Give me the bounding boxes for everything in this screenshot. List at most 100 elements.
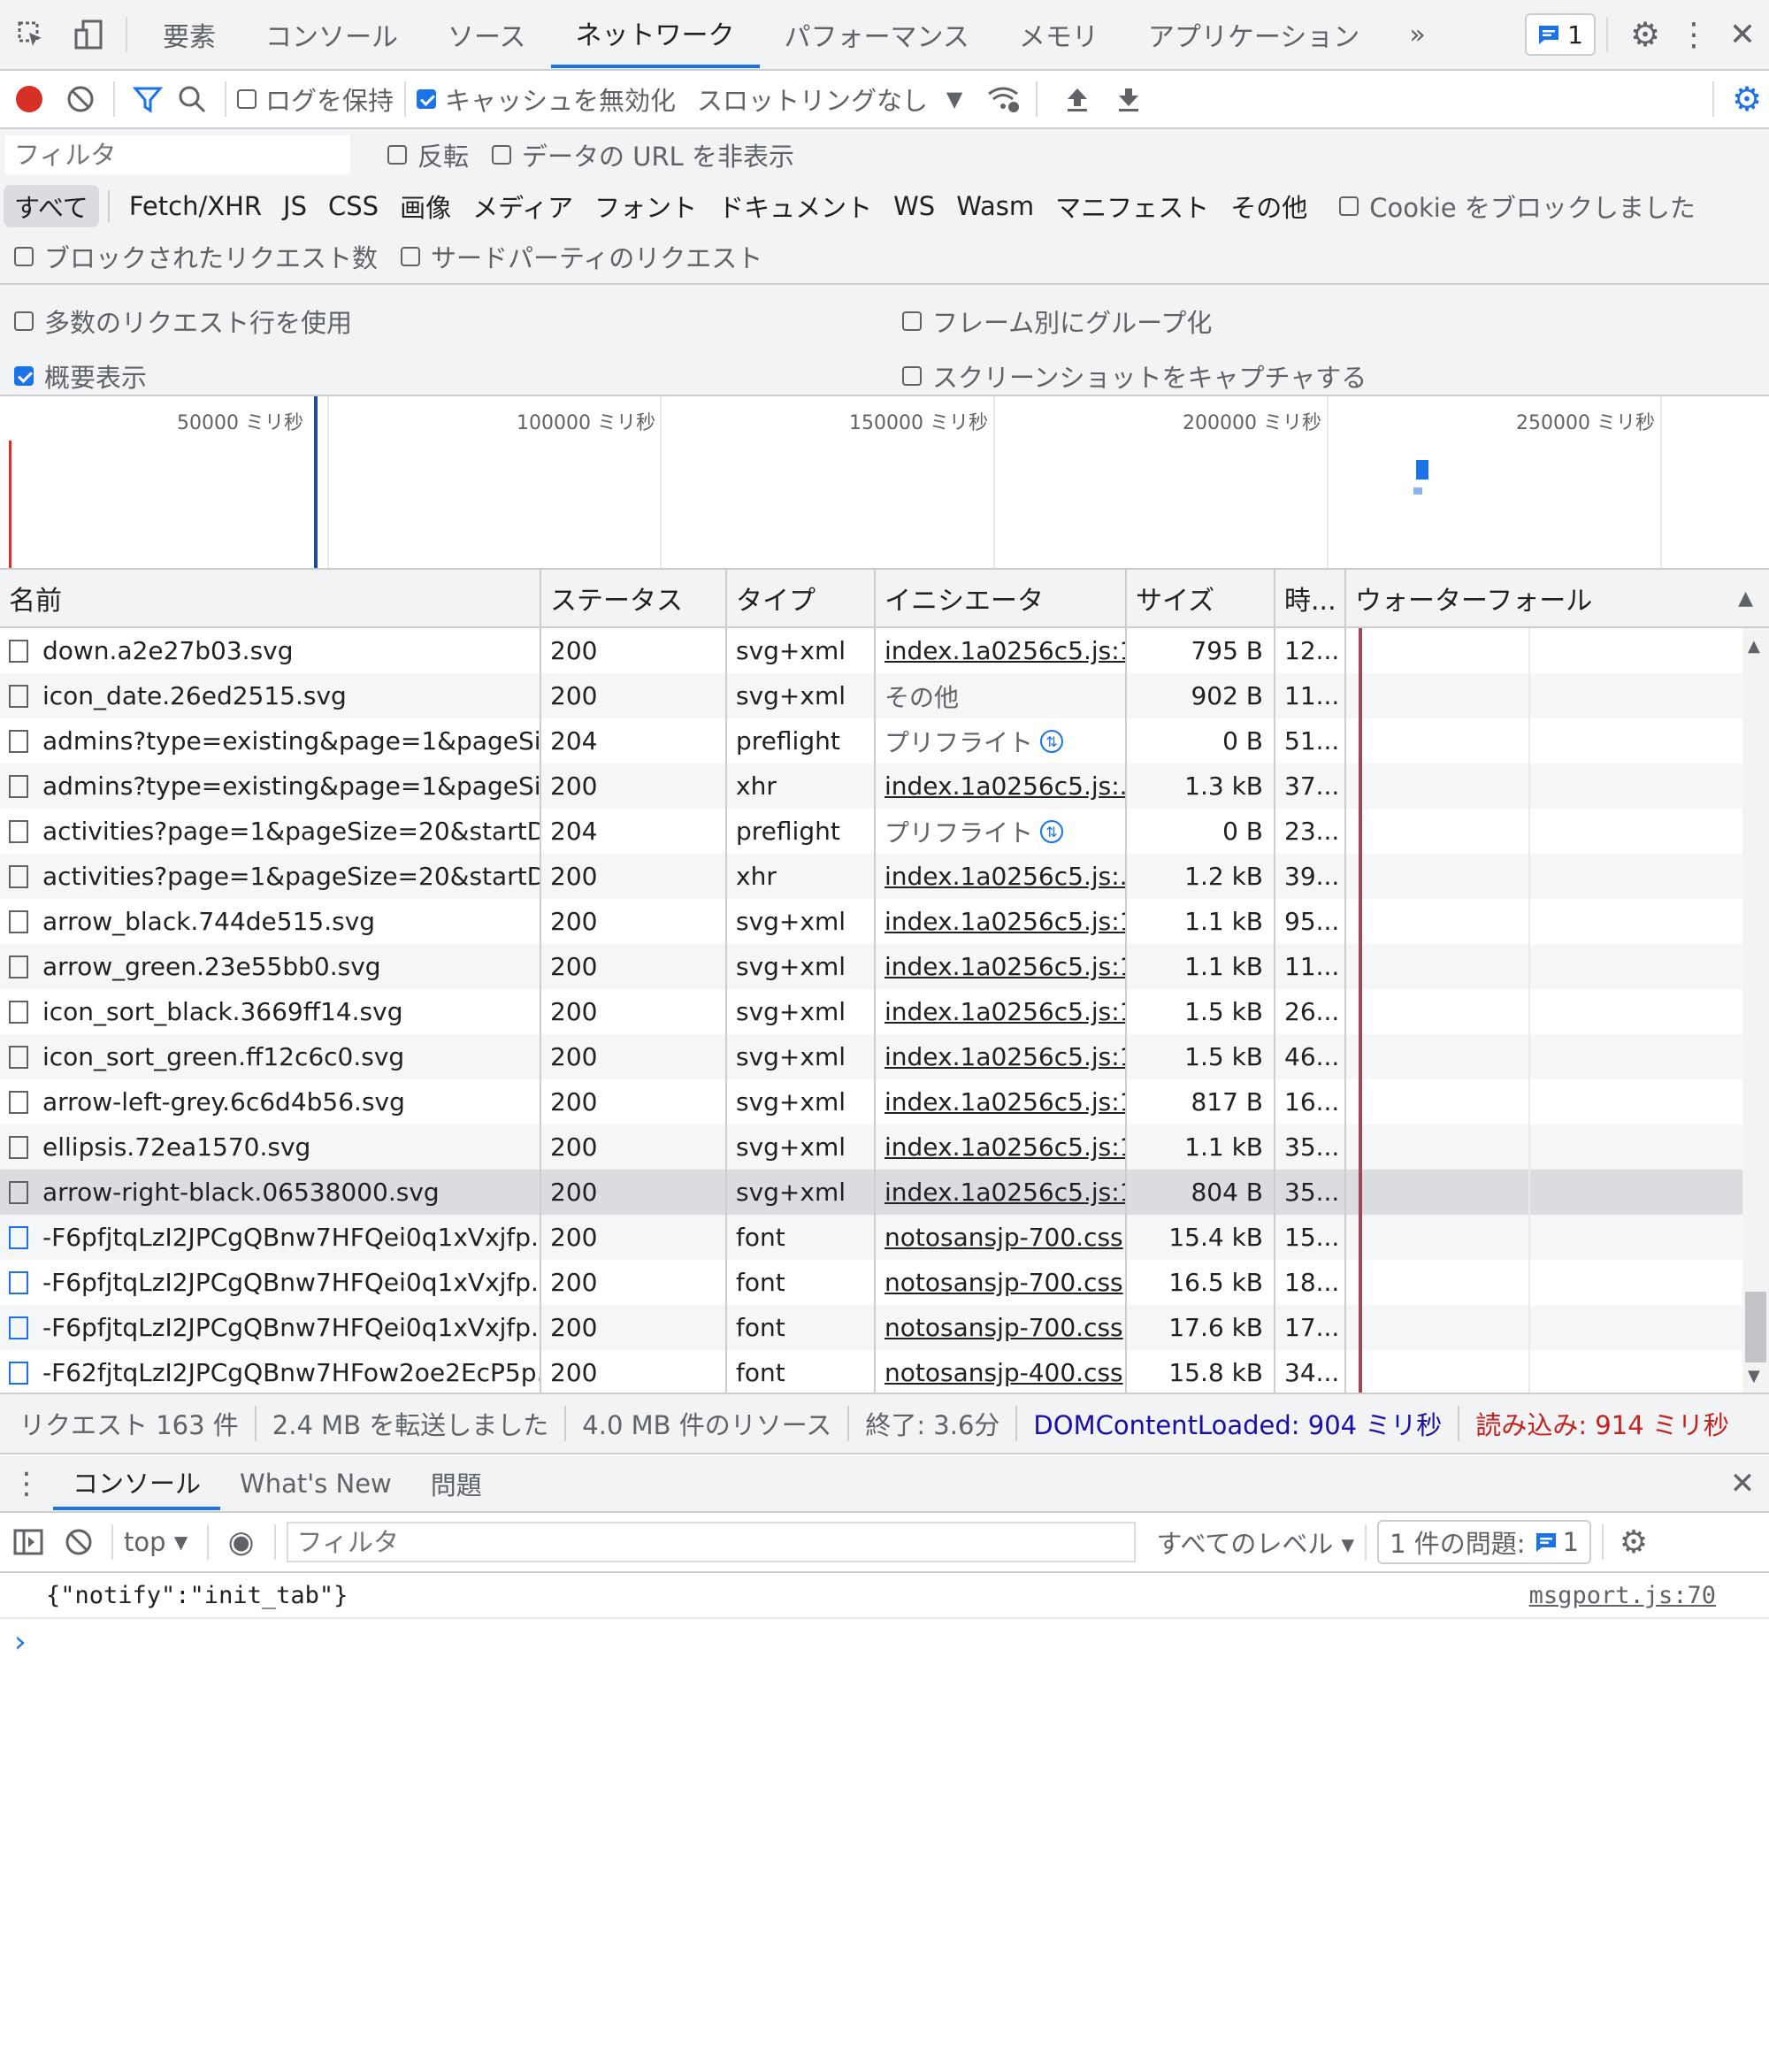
table-row[interactable]: -F6pfjtqLzI2JPCgQBnw7HFQei0q1xVxjfp... 20… bbox=[0, 1260, 1769, 1305]
table-row[interactable]: icon_date.26ed2515.svg 200 svg+xml その他 902 B… bbox=[0, 673, 1769, 718]
initiator-link[interactable]: notosansjp-700.css bbox=[884, 1313, 1123, 1342]
sidebar-toggle-icon[interactable] bbox=[0, 1529, 57, 1555]
table-row[interactable]: arrow-left-grey.6c6d4b56.svg 200 svg+xml in… bbox=[0, 1079, 1769, 1124]
hide-data-urls-checkbox[interactable] bbox=[492, 145, 512, 165]
initiator-link[interactable]: index.1a0256c5.js:1 bbox=[884, 1087, 1125, 1117]
initiator-link[interactable]: index.1a0256c5.js:1 bbox=[884, 952, 1125, 981]
type-filter-media[interactable]: メディア bbox=[462, 185, 584, 227]
throttling-select[interactable]: スロットリングなし bbox=[697, 81, 928, 118]
initiator-link[interactable]: index.1a0256c5.js:1 bbox=[884, 1178, 1125, 1207]
table-row[interactable]: arrow_green.23e55bb0.svg 200 svg+xml index.… bbox=[0, 944, 1769, 989]
third-party-checkbox[interactable] bbox=[401, 247, 421, 266]
scrollbar-thumb[interactable] bbox=[1745, 1292, 1766, 1362]
column-header-type[interactable]: タイプ bbox=[727, 570, 876, 626]
table-row[interactable]: arrow-right-black.06538000.svg 200 svg+xml… bbox=[0, 1170, 1769, 1215]
filter-funnel-icon[interactable] bbox=[126, 84, 170, 114]
table-row[interactable]: ellipsis.72ea1570.svg 200 svg+xml index.1a0… bbox=[0, 1124, 1769, 1170]
type-filter-fetch-xhr[interactable]: Fetch/XHR bbox=[119, 185, 272, 227]
type-filter-css[interactable]: CSS bbox=[318, 185, 389, 227]
blocked-requests-checkbox[interactable] bbox=[14, 247, 34, 266]
tab-sources[interactable]: ソース bbox=[423, 1, 551, 68]
chevron-down-icon[interactable]: ▼ bbox=[928, 87, 981, 111]
big-request-rows-checkbox[interactable] bbox=[14, 311, 34, 331]
drawer-tab-whats-new[interactable]: What's New bbox=[220, 1457, 411, 1510]
table-row[interactable]: activities?page=1&pageSize=20&startD... 2… bbox=[0, 854, 1769, 899]
clear-icon[interactable] bbox=[58, 84, 103, 114]
type-filter-img[interactable]: 画像 bbox=[389, 185, 462, 227]
import-har-upload-icon[interactable] bbox=[1048, 85, 1107, 113]
console-settings-gear-icon[interactable]: ⚙ bbox=[1614, 1524, 1653, 1561]
network-overview-timeline[interactable]: 50000 ミリ秒 100000 ミリ秒 150000 ミリ秒 200000 ミ… bbox=[0, 396, 1769, 570]
type-filter-other[interactable]: その他 bbox=[1220, 185, 1318, 227]
more-tabs-button[interactable]: » bbox=[1384, 1, 1450, 68]
table-row[interactable]: down.a2e27b03.svg 200 svg+xml index.1a0256c… bbox=[0, 628, 1769, 673]
table-row[interactable]: icon_sort_green.ff12c6c0.svg 200 svg+xml in… bbox=[0, 1034, 1769, 1079]
initiator-link[interactable]: index.1a0256c5.js:1 bbox=[884, 907, 1125, 936]
initiator-link[interactable]: index.1a0256c5.js:1 bbox=[884, 997, 1125, 1026]
record-icon[interactable] bbox=[0, 84, 58, 114]
column-header-initiator[interactable]: イニシエータ bbox=[876, 570, 1127, 626]
log-levels-select[interactable]: すべてのレベル ▾ bbox=[1157, 1523, 1355, 1561]
drawer-menu-icon[interactable]: ⋮ bbox=[0, 1466, 53, 1501]
tab-application[interactable]: アプリケーション bbox=[1123, 1, 1384, 68]
column-header-size[interactable]: サイズ bbox=[1127, 570, 1275, 626]
tab-console[interactable]: コンソール bbox=[241, 1, 423, 68]
console-prompt[interactable]: › bbox=[0, 1619, 1769, 1665]
initiator-link[interactable]: notosansjp-700.css bbox=[884, 1268, 1123, 1297]
console-log-source-link[interactable]: msgport.js:70 bbox=[1529, 1582, 1716, 1609]
filter-input[interactable] bbox=[5, 135, 350, 174]
group-by-frame-checkbox[interactable] bbox=[902, 311, 922, 331]
console-filter-input[interactable] bbox=[286, 1522, 1136, 1562]
initiator-link[interactable]: index.1a0256c5.js:1 bbox=[884, 636, 1125, 665]
tab-elements[interactable]: 要素 bbox=[138, 1, 241, 68]
initiator-link[interactable]: index.1a0256c5.js:1 bbox=[884, 1042, 1125, 1071]
type-filter-ws[interactable]: WS bbox=[883, 185, 946, 227]
initiator-link[interactable]: notosansjp-400.css bbox=[884, 1358, 1123, 1387]
preserve-log-checkbox[interactable] bbox=[237, 89, 257, 109]
preflight-link-icon[interactable]: ⇅ bbox=[1040, 819, 1064, 843]
table-row[interactable]: admins?type=existing&page=1&pageSi... 200… bbox=[0, 764, 1769, 809]
column-header-time[interactable]: 時... bbox=[1275, 570, 1346, 626]
customize-menu-icon[interactable]: ⋮ bbox=[1672, 17, 1716, 53]
close-devtools-icon[interactable]: ✕ bbox=[1716, 17, 1769, 53]
invert-checkbox[interactable] bbox=[387, 145, 407, 165]
scroll-down-arrow-icon[interactable]: ▼ bbox=[1748, 1367, 1760, 1385]
type-filter-all[interactable]: すべて bbox=[4, 185, 99, 227]
chevron-down-icon[interactable]: ▼ bbox=[166, 1531, 196, 1553]
table-row[interactable]: activities?page=1&pageSize=20&startD... 2… bbox=[0, 809, 1769, 854]
initiator-link[interactable]: index.1a0256c5.js:... bbox=[884, 862, 1125, 891]
blocked-cookies-checkbox[interactable] bbox=[1339, 196, 1359, 216]
tab-network[interactable]: ネットワーク bbox=[550, 1, 760, 68]
table-row[interactable]: -F6pfjtqLzI2JPCgQBnw7HFQei0q1xVxjfp... 20… bbox=[0, 1305, 1769, 1350]
live-expression-eye-icon[interactable]: ◉ bbox=[219, 1524, 264, 1560]
export-har-download-icon[interactable] bbox=[1107, 85, 1151, 113]
show-overview-checkbox[interactable] bbox=[14, 366, 34, 386]
vertical-scrollbar[interactable]: ▲ ▼ bbox=[1742, 628, 1769, 1393]
drawer-tab-issues[interactable]: 問題 bbox=[411, 1457, 502, 1510]
console-issues-button[interactable]: 1 件の問題: 1 bbox=[1377, 1520, 1592, 1564]
capture-screenshots-checkbox[interactable] bbox=[902, 366, 922, 386]
preflight-link-icon[interactable]: ⇅ bbox=[1040, 729, 1064, 753]
type-filter-doc[interactable]: ドキュメント bbox=[708, 185, 883, 227]
scroll-up-arrow-icon[interactable]: ▲ bbox=[1748, 637, 1760, 656]
close-drawer-icon[interactable]: ✕ bbox=[1716, 1466, 1769, 1501]
clear-console-icon[interactable] bbox=[57, 1527, 101, 1557]
device-toolbar-icon[interactable] bbox=[62, 1, 115, 68]
table-row[interactable]: -F6pfjtqLzI2JPCgQBnw7HFQei0q1xVxjfp... 20… bbox=[0, 1215, 1769, 1260]
inspect-element-icon[interactable] bbox=[0, 1, 62, 68]
issues-counter-button[interactable]: 1 bbox=[1525, 13, 1596, 56]
type-filter-wasm[interactable]: Wasm bbox=[946, 185, 1045, 227]
column-header-waterfall[interactable]: ウォーターフォール bbox=[1346, 570, 1769, 626]
type-filter-js[interactable]: JS bbox=[272, 185, 318, 227]
disable-cache-checkbox[interactable] bbox=[417, 89, 437, 109]
initiator-link[interactable]: notosansjp-700.css bbox=[884, 1223, 1123, 1252]
settings-gear-icon[interactable]: ⚙ bbox=[1619, 15, 1672, 54]
initiator-link[interactable]: index.1a0256c5.js:... bbox=[884, 771, 1125, 801]
table-row[interactable]: admins?type=existing&page=1&pageSi... 204… bbox=[0, 718, 1769, 764]
table-row[interactable]: -F62fjtqLzI2JPCgQBnw7HFow2oe2EcP5p... 200… bbox=[0, 1350, 1769, 1393]
network-settings-gear-icon[interactable]: ⚙ bbox=[1725, 80, 1769, 119]
network-conditions-wifi-icon[interactable] bbox=[981, 85, 1025, 113]
sort-ascending-icon[interactable]: ▲ bbox=[1738, 587, 1753, 610]
context-selector[interactable]: top bbox=[124, 1527, 166, 1557]
column-header-status[interactable]: ステータス bbox=[541, 570, 727, 626]
